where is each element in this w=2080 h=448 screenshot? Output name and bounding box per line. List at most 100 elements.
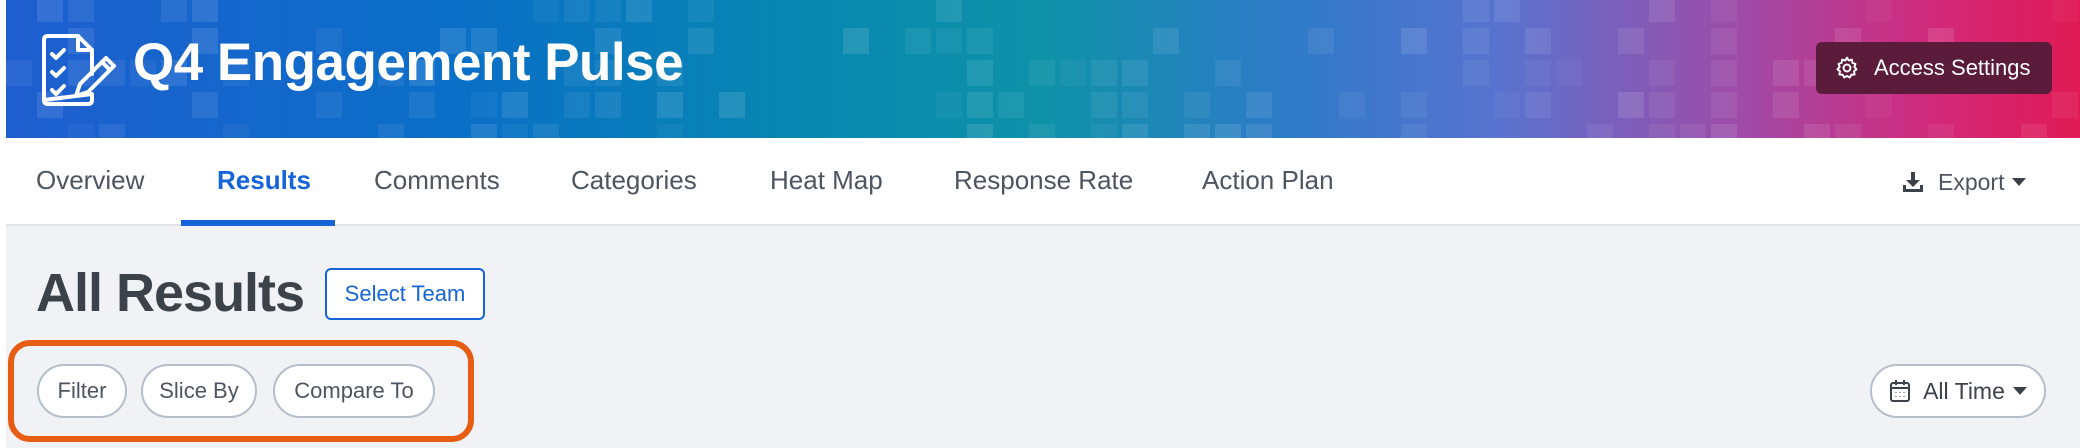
banner-tile — [1773, 60, 1799, 86]
banner-tile — [161, 0, 187, 22]
banner-tile — [1525, 28, 1551, 54]
banner-tile — [378, 124, 404, 138]
banner-tile — [1401, 92, 1427, 118]
banner-tile — [68, 124, 94, 138]
time-range-label: All Time — [1923, 377, 2005, 404]
banner-tile — [409, 92, 435, 118]
banner-tile — [1649, 0, 1675, 22]
banner-tile — [719, 92, 745, 118]
banner-tile — [1866, 0, 1892, 22]
banner-tile — [1215, 60, 1241, 86]
banner-tile — [688, 28, 714, 54]
banner-tile — [1184, 124, 1210, 138]
chevron-down-icon — [2012, 178, 2027, 186]
banner-tile — [1122, 124, 1148, 138]
banner-tile — [1711, 28, 1737, 54]
banner-tile — [192, 92, 218, 118]
banner-tile — [967, 28, 993, 54]
tab-response-rate[interactable]: Response Rate — [954, 138, 1133, 226]
banner-tile — [471, 92, 497, 118]
banner-tile — [1463, 60, 1489, 86]
banner-tile — [1091, 92, 1117, 118]
banner-tile — [967, 60, 993, 86]
banner-tile — [657, 124, 683, 138]
filter-button[interactable]: Filter — [37, 364, 127, 418]
chevron-down-icon — [2012, 387, 2027, 395]
banner-tile — [1711, 0, 1737, 22]
banner-tile — [564, 0, 590, 22]
banner-tile — [1463, 0, 1489, 22]
banner-tile — [1246, 124, 1272, 138]
banner-tile — [1618, 28, 1644, 54]
banner-tile — [1215, 124, 1241, 138]
banner-tile — [502, 124, 528, 138]
compare-to-button[interactable]: Compare To — [273, 364, 435, 418]
banner-tile — [936, 0, 962, 22]
tab-categories[interactable]: Categories — [571, 138, 697, 226]
banner-tile — [68, 0, 94, 22]
banner-tile — [1091, 124, 1117, 138]
banner-tile — [1494, 0, 1520, 22]
banner-tile — [1525, 60, 1551, 86]
banner-tile — [1401, 28, 1427, 54]
banner-tile — [1649, 124, 1675, 138]
banner-tile — [595, 0, 621, 22]
banner-tile — [1246, 92, 1272, 118]
banner-tile — [1773, 92, 1799, 118]
banner-tile — [657, 92, 683, 118]
tab-comments[interactable]: Comments — [374, 138, 500, 226]
banner-tile — [998, 92, 1024, 118]
banner-tile — [471, 124, 497, 138]
page-title: All Results — [36, 263, 305, 323]
banner-tile — [502, 92, 528, 118]
export-label: Export — [1938, 168, 2005, 195]
banner-tile — [1153, 28, 1179, 54]
banner-tile — [626, 0, 652, 22]
banner-tile — [316, 92, 342, 118]
banner-tile — [936, 28, 962, 54]
tab-heat-map[interactable]: Heat Map — [770, 138, 883, 226]
banner-tile — [1525, 92, 1551, 118]
banner-tile — [6, 60, 32, 86]
banner-tile — [1091, 60, 1117, 86]
banner-tile — [905, 28, 931, 54]
banner-tile — [1122, 92, 1148, 118]
banner-tile — [1711, 60, 1737, 86]
banner-tile — [564, 92, 590, 118]
banner-tile — [1060, 60, 1086, 86]
banner-tile — [1928, 124, 1954, 138]
banner-tile — [2052, 92, 2078, 118]
export-dropdown[interactable]: Export — [1902, 160, 2027, 204]
app-frame: Q4 Engagement Pulse Access Settings Over… — [0, 0, 2080, 448]
banner-tile — [1711, 92, 1737, 118]
tab-action-plan[interactable]: Action Plan — [1202, 138, 1334, 226]
banner-tile — [99, 124, 125, 138]
banner-tile — [1680, 124, 1706, 138]
app-title: Q4 Engagement Pulse — [133, 33, 684, 92]
banner-tile — [843, 28, 869, 54]
banner-tile — [1835, 124, 1861, 138]
banner-tile — [533, 124, 559, 138]
banner-tile — [1339, 92, 1365, 118]
gear-icon — [1836, 56, 1858, 79]
banner-tile — [936, 92, 962, 118]
banner-tile — [1556, 60, 1582, 86]
access-settings-button[interactable]: Access Settings — [1816, 42, 2052, 94]
banner-tile — [1711, 124, 1737, 138]
banner-tile — [1587, 124, 1613, 138]
calendar-icon — [1890, 380, 1911, 402]
banner-tile — [967, 124, 993, 138]
tab-results[interactable]: Results — [217, 138, 311, 226]
slice-by-button[interactable]: Slice By — [141, 364, 257, 418]
banner-tile — [2021, 124, 2047, 138]
banner-tile — [223, 124, 249, 138]
banner-tile — [1804, 124, 1830, 138]
banner-tile — [1494, 92, 1520, 118]
survey-checklist-icon — [42, 34, 116, 106]
select-team-button[interactable]: Select Team — [325, 268, 485, 320]
tab-overview[interactable]: Overview — [36, 138, 144, 226]
time-range-dropdown[interactable]: All Time — [1870, 364, 2046, 418]
banner-tile — [1122, 60, 1148, 86]
banner-tile — [1618, 92, 1644, 118]
banner-tile — [1029, 124, 1055, 138]
